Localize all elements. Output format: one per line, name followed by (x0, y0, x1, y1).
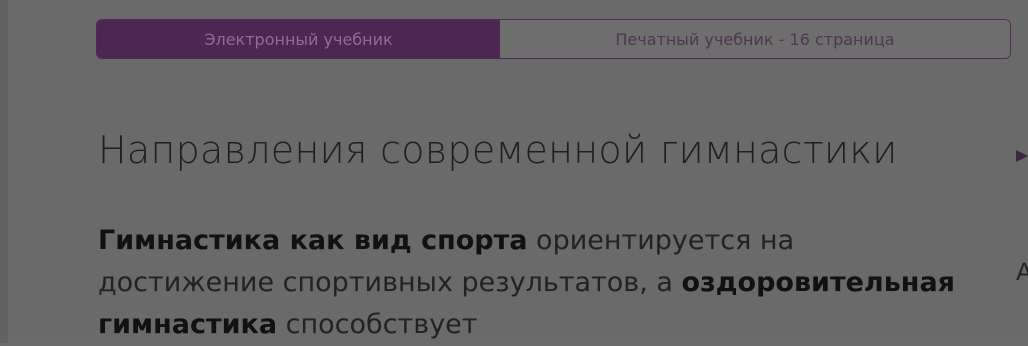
tab-printed-textbook[interactable]: Печатный учебник - 16 страница (500, 20, 1010, 58)
article-paragraph: Гимнастика как вид спорта ориентируется … (98, 220, 958, 346)
paragraph-text-2: способствует (277, 309, 478, 340)
page: Электронный учебник Печатный учебник - 1… (0, 0, 1028, 343)
page-title: Направления современной гимнастики (98, 128, 898, 172)
sidebar-letter: А (1016, 258, 1028, 286)
left-edge-panel (0, 0, 8, 343)
bold-term-gymnastics-sport: Гимнастика как вид спорта (98, 225, 528, 256)
tab-electronic-textbook[interactable]: Электронный учебник (97, 20, 500, 58)
sidebar-arrow-icon[interactable] (1016, 150, 1028, 162)
textbook-tabs: Электронный учебник Печатный учебник - 1… (96, 19, 1011, 59)
